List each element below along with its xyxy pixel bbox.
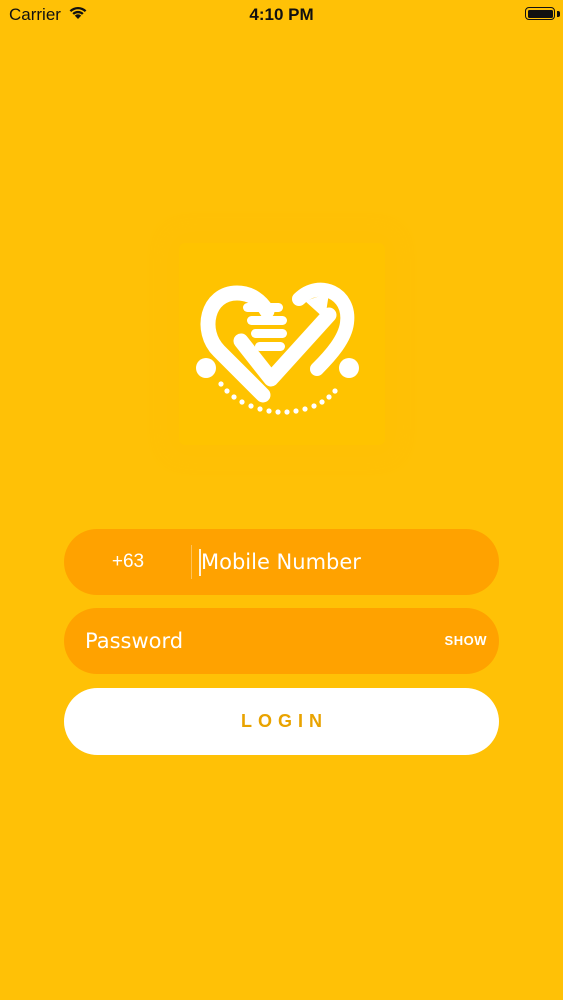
mobile-number-field: +63 bbox=[64, 529, 499, 595]
country-code-selector[interactable]: +63 bbox=[64, 529, 192, 595]
status-time: 4:10 PM bbox=[249, 5, 314, 24]
battery-icon bbox=[525, 7, 555, 20]
heart-hand-arrow-logo-icon bbox=[196, 282, 359, 415]
app-logo bbox=[179, 243, 385, 445]
status-bar: Carrier 4:10 PM bbox=[0, 0, 563, 30]
login-button[interactable]: LOGIN bbox=[64, 688, 499, 755]
field-divider bbox=[191, 545, 192, 579]
show-password-toggle[interactable]: SHOW bbox=[445, 608, 487, 674]
mobile-number-input[interactable] bbox=[201, 529, 471, 595]
password-field: SHOW bbox=[64, 608, 499, 674]
battery-nub bbox=[557, 11, 560, 17]
password-input[interactable] bbox=[85, 608, 405, 674]
